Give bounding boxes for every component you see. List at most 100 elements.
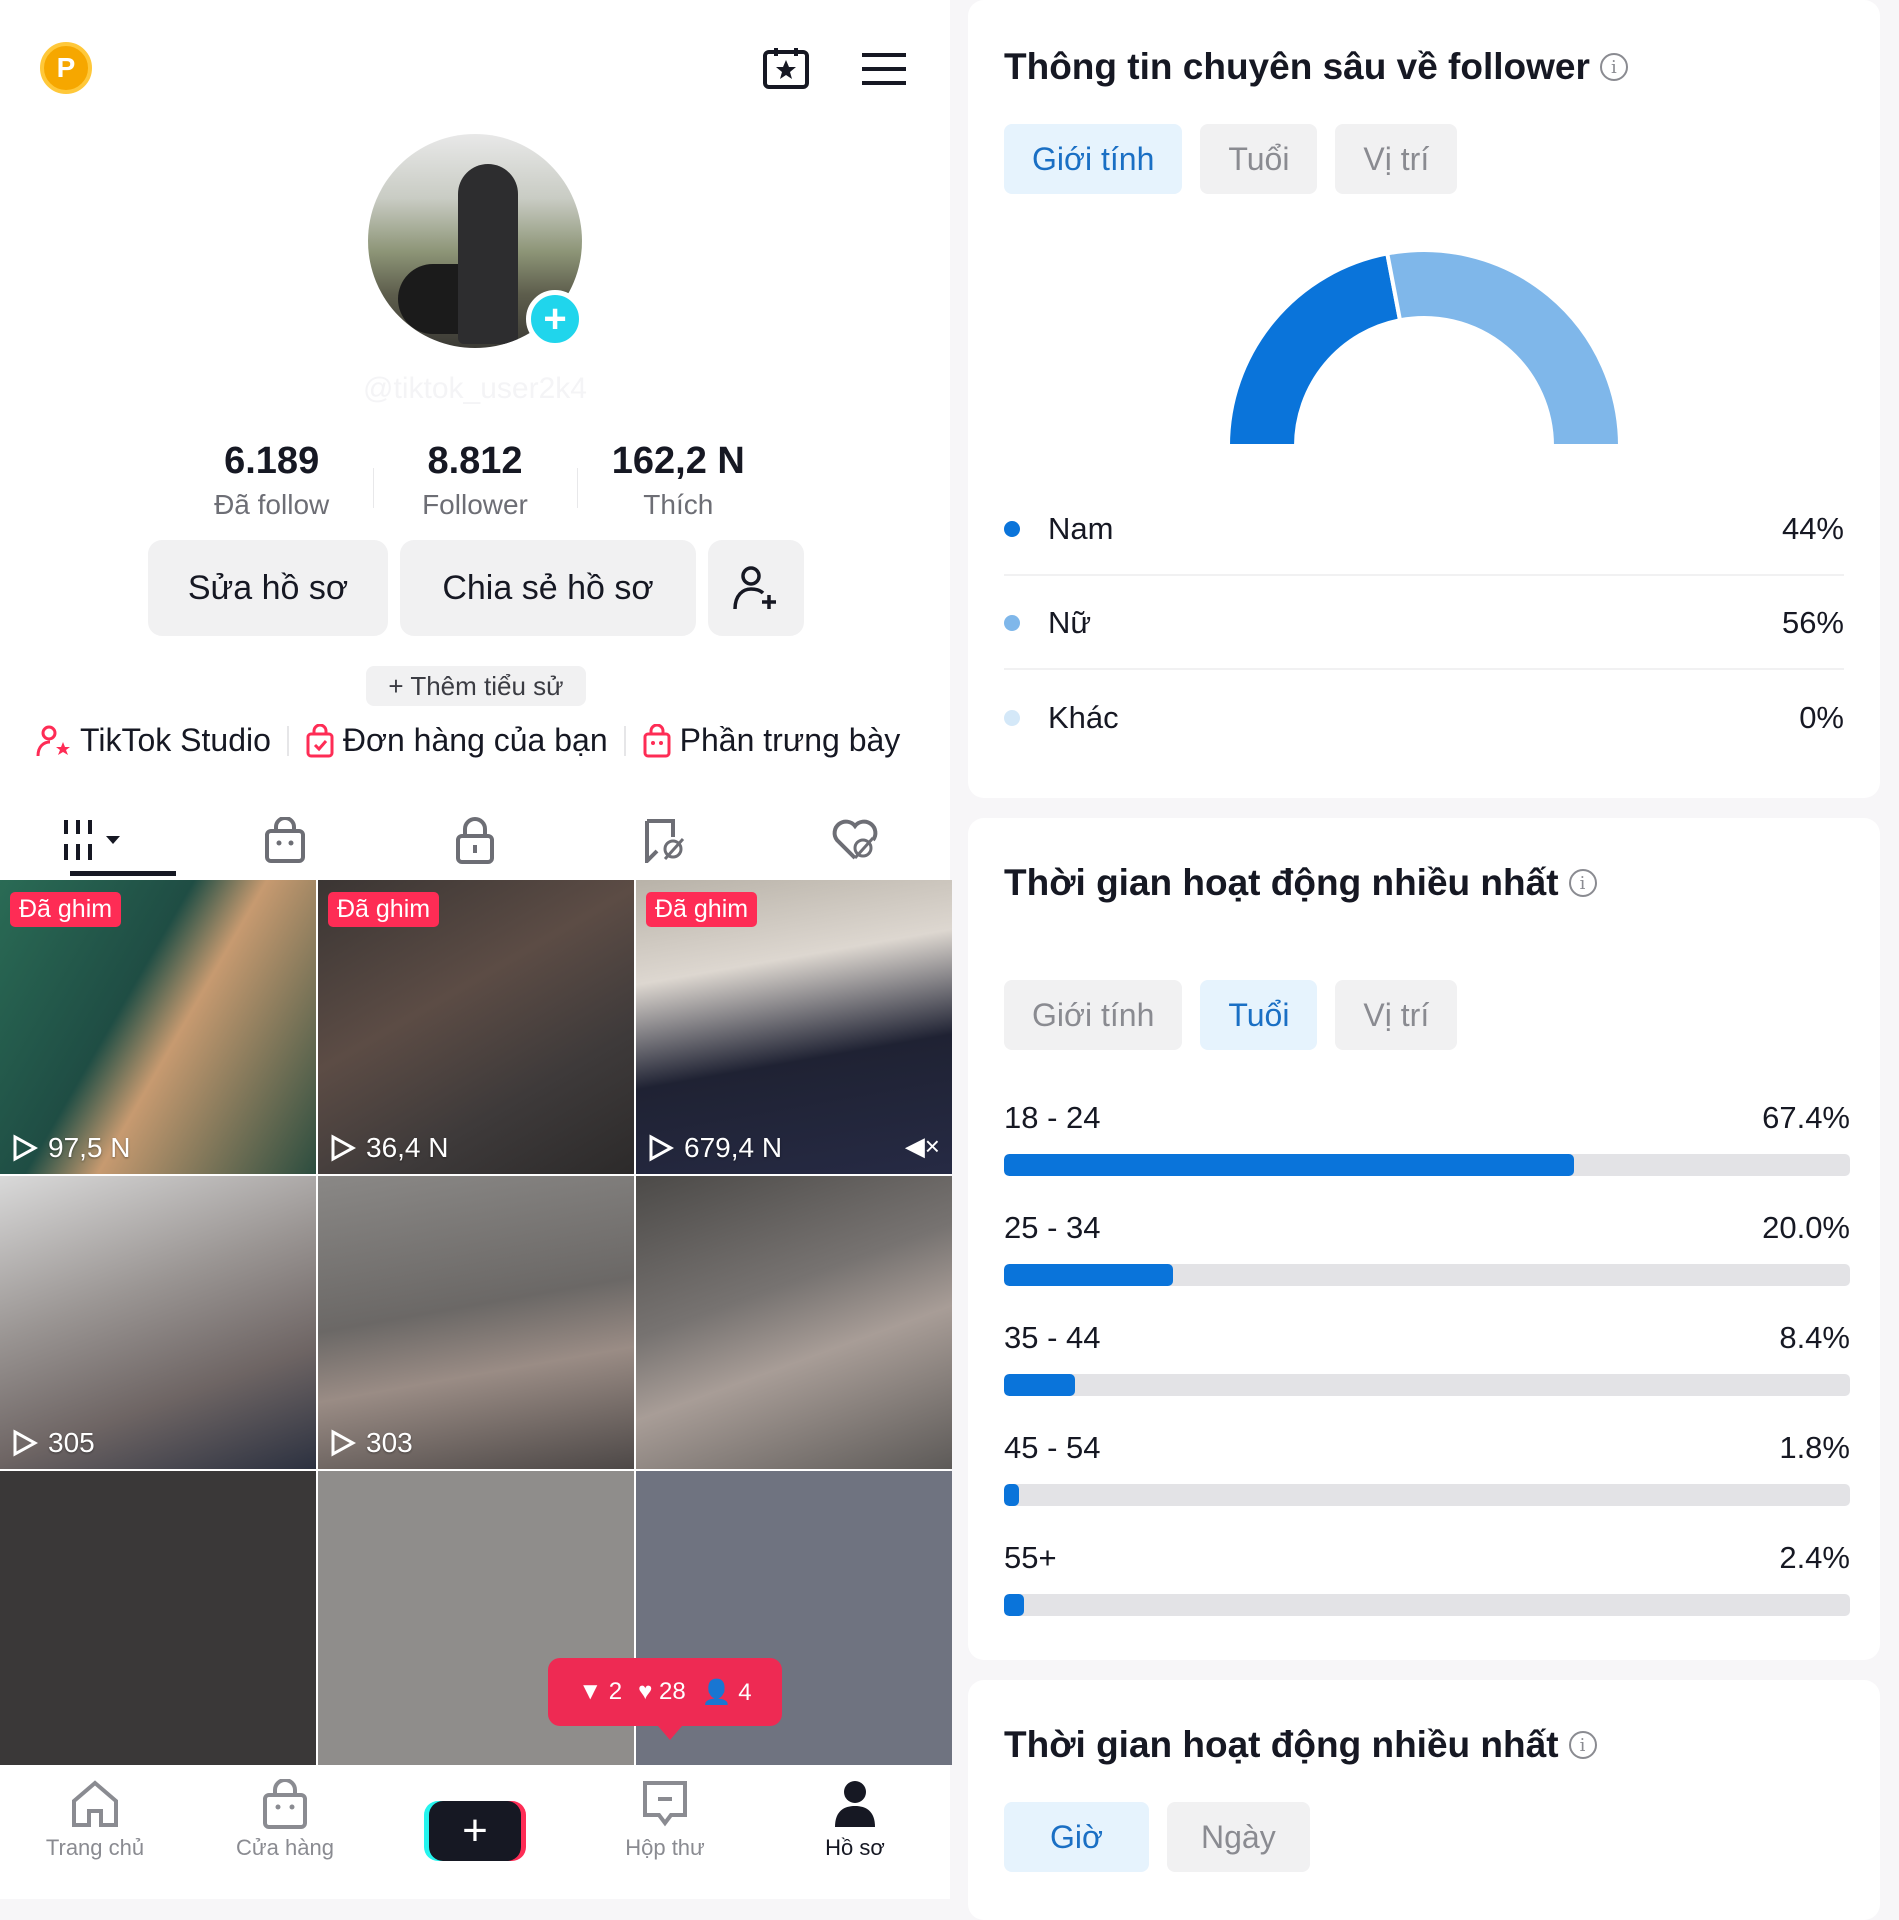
- nav-home[interactable]: Trang chủ: [0, 1765, 190, 1899]
- play-icon: [649, 1134, 674, 1162]
- activity-popup[interactable]: ▼ 2 ♥ 28 👤 4: [548, 1658, 782, 1740]
- tab-age[interactable]: Tuổi: [1200, 124, 1318, 194]
- info-icon[interactable]: i: [1568, 869, 1597, 897]
- title-text: Thời gian hoạt động nhiều nhất: [1004, 1724, 1559, 1765]
- pinned-badge: Đã ghim: [646, 892, 758, 927]
- info-icon[interactable]: i: [1568, 1731, 1597, 1759]
- add-user-icon: [733, 566, 776, 610]
- video-thumbnail[interactable]: 305: [0, 1175, 316, 1470]
- age-label: 18 - 24: [1004, 1100, 1101, 1135]
- create-plus-icon: +: [429, 1801, 521, 1861]
- video-thumbnail[interactable]: Đã ghim 36,4 N: [318, 880, 634, 1174]
- age-track: [1004, 1484, 1850, 1506]
- age-header: 55+ 2.4%: [1004, 1540, 1850, 1576]
- profile-links: TikTok Studio Đơn hàng của bạn Phần trưn…: [36, 722, 936, 759]
- gender-donut-chart: [1225, 250, 1623, 448]
- age-bar: [1004, 1374, 1076, 1396]
- age-card-tabs: Giới tính Tuổi Vị trí: [1004, 980, 1458, 1050]
- add-friend-button[interactable]: [708, 540, 804, 636]
- link-label: Đơn hàng của bạn: [342, 722, 608, 758]
- views-label: 679,4 N: [684, 1131, 783, 1163]
- play-icon: [13, 1429, 38, 1457]
- tab-hour[interactable]: Giờ: [1004, 1802, 1149, 1872]
- stat-value: 162,2 N: [611, 440, 745, 482]
- nav-shop[interactable]: Cửa hàng: [190, 1765, 380, 1899]
- video-thumbnail[interactable]: [636, 1175, 952, 1470]
- male-dot-icon: [1004, 521, 1020, 537]
- age-card-title: Thời gian hoạt động nhiều nhất i: [1004, 862, 1597, 904]
- info-icon[interactable]: i: [1599, 53, 1628, 81]
- nav-create[interactable]: +: [380, 1765, 570, 1899]
- tab-age[interactable]: Tuổi: [1200, 980, 1318, 1050]
- bottom-nav: Trang chủ Cửa hàng + Hộp thư Hồ sơ: [0, 1765, 950, 1899]
- tab-videos[interactable]: [0, 800, 190, 880]
- share-profile-button[interactable]: Chia sẻ hồ sơ: [400, 540, 696, 636]
- add-bio-button[interactable]: + Thêm tiểu sử: [366, 666, 586, 706]
- tab-day[interactable]: Ngày: [1166, 1802, 1310, 1872]
- likes-count: ♥ 28: [638, 1678, 686, 1705]
- view-count: 305: [12, 1427, 95, 1459]
- tab-liked[interactable]: [760, 800, 950, 880]
- coins-icon[interactable]: P: [40, 42, 92, 94]
- age-row: 35 - 44 8.4%: [1004, 1320, 1850, 1396]
- nav-inbox[interactable]: Hộp thư: [570, 1765, 760, 1899]
- age-row: 25 - 34 20.0%: [1004, 1210, 1850, 1286]
- shop-bag-icon: [265, 817, 305, 863]
- edit-profile-button[interactable]: Sửa hồ sơ: [148, 540, 388, 636]
- video-thumbnail[interactable]: 303: [318, 1175, 634, 1470]
- showcase-link[interactable]: Phần trưng bày: [642, 722, 901, 759]
- tiktok-studio-link[interactable]: TikTok Studio: [36, 722, 271, 759]
- pinned-badge: Đã ghim: [10, 892, 122, 927]
- stat-followers[interactable]: 8.812 Follower: [373, 440, 576, 521]
- video-thumbnail[interactable]: Đã ghim 97,5 N: [0, 880, 316, 1174]
- tab-reposts[interactable]: [570, 800, 760, 880]
- stat-likes[interactable]: 162,2 N Thích: [576, 440, 780, 521]
- nav-label: Hộp thư: [625, 1835, 705, 1860]
- title-text: Thời gian hoạt động nhiều nhất: [1004, 862, 1559, 903]
- tab-gender[interactable]: Giới tính: [1004, 124, 1183, 194]
- stat-value: 8.812: [427, 440, 523, 482]
- activity-time-card: Thời gian hoạt động nhiều nhất i Giờ Ngày: [968, 1680, 1880, 1920]
- legend-label: Nữ: [1048, 605, 1092, 640]
- hidden-heart-icon: [832, 819, 878, 860]
- calendar-star-icon[interactable]: [762, 46, 810, 90]
- tab-location[interactable]: Vị trí: [1335, 124, 1458, 194]
- showcase-bag-icon: [643, 723, 671, 757]
- nav-label: Cửa hàng: [236, 1835, 334, 1860]
- play-icon: [331, 1134, 356, 1162]
- muted-icon: ◀×: [904, 1130, 940, 1161]
- age-label: 45 - 54: [1004, 1430, 1101, 1465]
- nav-label: Trang chủ: [45, 1835, 145, 1860]
- profile-screen: P + @tiktok_user2k4 6.189 Đã follow 8.812…: [0, 0, 952, 1899]
- stat-following[interactable]: 6.189 Đã follow: [170, 440, 373, 521]
- view-count: 679,4 N: [648, 1132, 782, 1164]
- nav-profile[interactable]: Hồ sơ: [760, 1765, 950, 1899]
- link-label: TikTok Studio: [80, 722, 271, 758]
- tab-gender[interactable]: Giới tính: [1004, 980, 1183, 1050]
- legend-female: Nữ 56%: [1004, 578, 1844, 670]
- views-label: 36,4 N: [366, 1131, 449, 1163]
- menu-icon[interactable]: [862, 52, 906, 86]
- profile-icon: [835, 1781, 875, 1827]
- add-avatar-button[interactable]: +: [526, 290, 584, 348]
- view-count: 97,5 N: [12, 1132, 131, 1164]
- legend-label: Khác: [1048, 700, 1119, 735]
- age-card: Thời gian hoạt động nhiều nhất i Giới tín…: [968, 818, 1880, 1660]
- lock-icon: [456, 817, 494, 864]
- video-thumbnail[interactable]: Đã ghim 679,4 N ◀×: [636, 880, 952, 1174]
- age-track: [1004, 1154, 1850, 1176]
- order-bag-icon: [306, 723, 334, 757]
- age-bar: [1004, 1154, 1575, 1176]
- tab-shop[interactable]: [190, 800, 380, 880]
- tab-location[interactable]: Vị trí: [1335, 980, 1458, 1050]
- legend-male: Nam 44%: [1004, 484, 1844, 576]
- legend-value: 0%: [1799, 700, 1844, 735]
- shop-icon: [263, 1779, 307, 1829]
- divider: [623, 725, 626, 756]
- pinned-badge: Đã ghim: [328, 892, 440, 927]
- video-thumbnail[interactable]: [0, 1471, 316, 1765]
- tab-private[interactable]: [380, 800, 570, 880]
- orders-link[interactable]: Đơn hàng của bạn: [305, 722, 608, 759]
- followers-count: 👤 4: [701, 1678, 752, 1706]
- link-label: Phần trưng bày: [679, 722, 901, 758]
